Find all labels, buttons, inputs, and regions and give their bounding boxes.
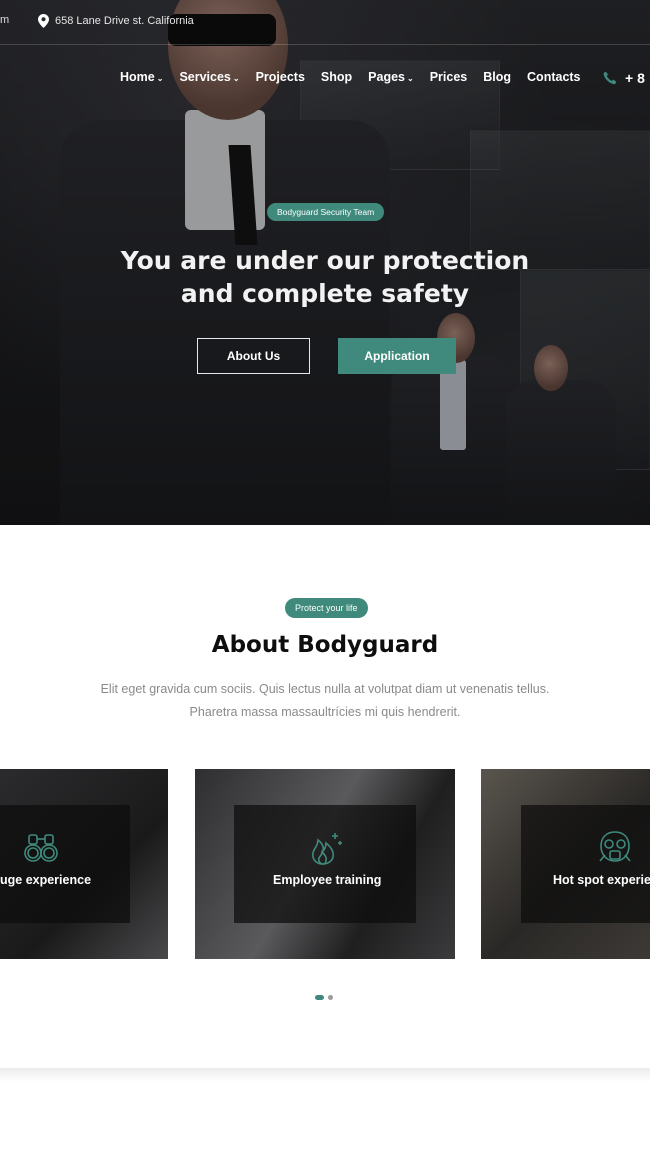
about-description-line-2: Pharetra massa massaultrícies mi quis he…: [189, 705, 461, 719]
phone-icon: [603, 71, 617, 85]
location-pin-icon: [38, 14, 49, 28]
about-description: Elit eget gravida cum sociis. Quis lectu…: [0, 678, 650, 724]
slider-pagination: [315, 995, 333, 1000]
about-description-line-1: Elit eget gravida cum sociis. Quis lectu…: [100, 682, 550, 696]
card-label: Hot spot experie: [553, 873, 650, 887]
hero-section: m 658 Lane Drive st. California Home ⌄ Se…: [0, 0, 650, 525]
chevron-down-icon: ⌄: [156, 73, 164, 83]
email-text[interactable]: m: [0, 14, 9, 26]
feature-card[interactable]: Employee training: [195, 769, 455, 959]
nav-item-blog[interactable]: Blog: [483, 70, 511, 84]
card-overlay: [0, 805, 130, 923]
gas-mask-icon: [599, 831, 631, 862]
chevron-down-icon: ⌄: [232, 73, 240, 83]
about-title: About Bodyguard: [211, 632, 439, 658]
nav-item-projects[interactable]: Projects: [256, 70, 305, 84]
nav-item-home[interactable]: Home ⌄: [120, 70, 163, 84]
handcuffs-icon: [24, 834, 58, 862]
nav-label: Pages: [368, 70, 406, 84]
about-badge: Protect your life: [285, 598, 368, 618]
fire-icon: [312, 833, 342, 865]
nav-label: Home: [120, 70, 155, 84]
nav-label: Shop: [320, 70, 353, 84]
hero-title-line-1: You are under our protection: [120, 246, 530, 275]
section-divider: [0, 1068, 650, 1082]
feature-card[interactable]: Hot spot experie: [481, 769, 650, 959]
top-bar: m 658 Lane Drive st. California: [0, 0, 650, 45]
card-label: Employee training: [273, 873, 382, 887]
nav-label: Projects: [255, 70, 305, 84]
hero-title-line-2: and complete safety: [180, 279, 470, 308]
nav-label: Blog: [483, 70, 512, 84]
address-text: 658 Lane Drive st. California: [55, 15, 194, 27]
application-button[interactable]: Application: [338, 338, 456, 374]
address-info: 658 Lane Drive st. California: [38, 14, 194, 28]
hero-badge: Bodyguard Security Team: [267, 203, 385, 221]
nav-item-prices[interactable]: Prices: [430, 70, 468, 84]
nav-label: Contacts: [527, 70, 581, 84]
about-us-button[interactable]: About Us: [197, 338, 310, 374]
chevron-down-icon: ⌄: [407, 73, 414, 83]
nav-item-pages[interactable]: Pages ⌄: [368, 70, 414, 84]
nav-item-shop[interactable]: Shop: [321, 70, 352, 84]
slider-dot-active[interactable]: [315, 995, 324, 1000]
feature-card[interactable]: uge experience: [0, 769, 168, 959]
nav-label: Prices: [429, 70, 468, 84]
phone-number: + 8: [625, 70, 645, 86]
nav-item-contacts[interactable]: Contacts: [527, 70, 580, 84]
nav-item-services[interactable]: Services ⌄: [179, 70, 239, 84]
phone-link[interactable]: + 8: [603, 70, 645, 86]
card-label: uge experience: [0, 873, 92, 887]
slider-dot[interactable]: [328, 995, 333, 1000]
main-nav: Home ⌄ Services ⌄ Projects Shop Pages ⌄ Pri…: [120, 70, 581, 84]
nav-label: Services: [179, 70, 231, 84]
hero-title: You are under our protection and complet…: [0, 244, 650, 310]
